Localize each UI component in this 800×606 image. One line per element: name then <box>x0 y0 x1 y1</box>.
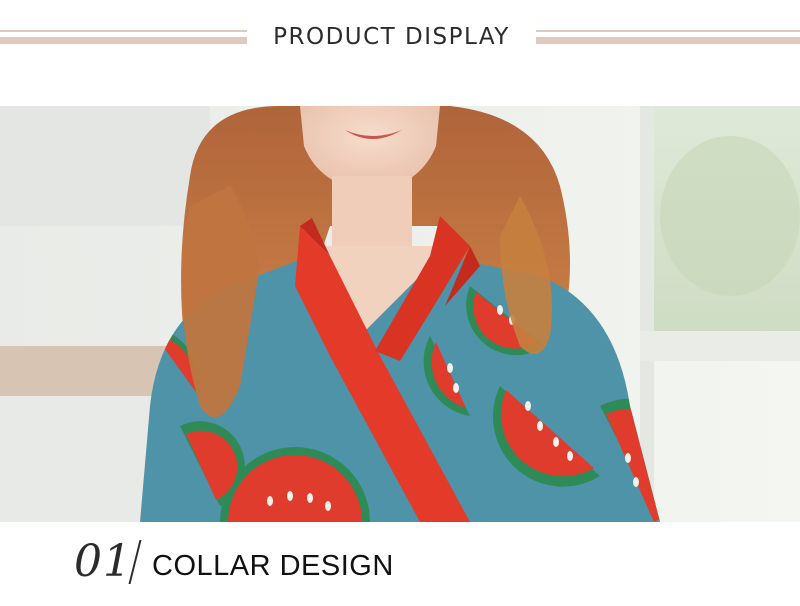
decorative-rule-right <box>536 30 800 46</box>
header: PRODUCT DISPLAY <box>0 0 800 106</box>
section-title: COLLAR DESIGN <box>152 550 394 582</box>
section-number: 01 <box>74 536 132 587</box>
decorative-rule-left <box>0 30 247 46</box>
page-title: PRODUCT DISPLAY <box>273 24 510 50</box>
product-photo <box>0 106 800 522</box>
section-header: 01 COLLAR DESIGN <box>0 522 800 606</box>
